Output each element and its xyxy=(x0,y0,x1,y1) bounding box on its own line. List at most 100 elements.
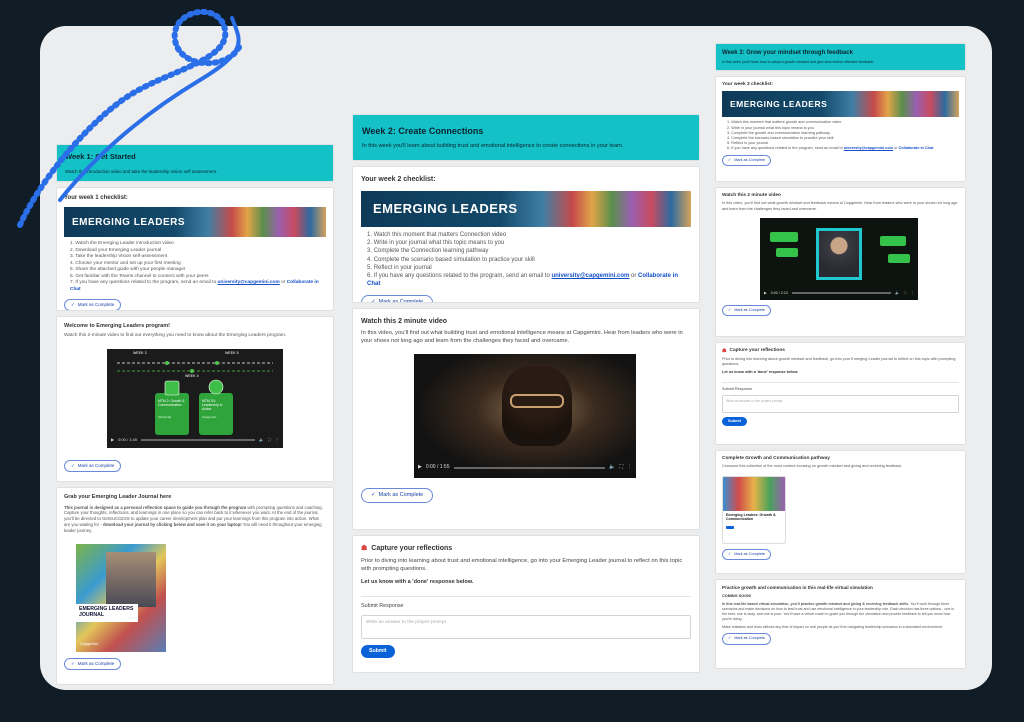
mark-complete-button[interactable]: ✓ Mark as Complete xyxy=(64,460,122,473)
check-icon: ✓ xyxy=(71,302,75,308)
week2-capture-card: ☗ Capture your reflections Prior to divin… xyxy=(352,535,700,674)
check-icon: ✓ xyxy=(371,491,376,498)
fullscreen-icon[interactable]: ⛶ xyxy=(904,291,907,296)
welcome-text: Watch this 2-minute video to find out ev… xyxy=(64,332,287,338)
chat-bubbles-decoration xyxy=(770,231,798,242)
video-controls[interactable]: ▶ 0:00 / 1:45 🔈 ⛶ ⋮ xyxy=(107,432,283,448)
week4-label: WEEK 4 xyxy=(185,374,199,379)
week1-header-card: Week 1: Get Started Watch the introducti… xyxy=(56,144,334,183)
week1-title: Week 1: Get Started xyxy=(65,152,136,161)
week2-checklist-title: Your week 2 checklist: xyxy=(361,176,436,184)
volume-icon[interactable]: 🔈 xyxy=(609,464,615,471)
list-item: Write in your journal what this topic me… xyxy=(373,240,505,247)
play-icon[interactable]: ▶ xyxy=(111,437,114,442)
mark-complete-button[interactable]: ✓ Mark as Complete xyxy=(722,633,771,645)
submit-response-label: Submit Response xyxy=(361,603,404,610)
mtm2-sublabel: (Optional) xyxy=(158,415,172,420)
mark-complete-button[interactable]: ✓ Mark as Complete xyxy=(64,657,122,670)
email-link[interactable]: university@capgemini.com xyxy=(551,273,629,279)
pathway-card: Complete Growth and Communication pathwa… xyxy=(715,449,966,574)
list-item: If you have any questions related to the… xyxy=(70,280,319,292)
email-link[interactable]: university@capgemini.com xyxy=(217,280,279,285)
email-link[interactable]: university@capgemini.com xyxy=(844,146,893,150)
week2-video[interactable]: ▶ 0:00 / 1:55 🔈 ⛶ ⋮ xyxy=(414,353,636,478)
chat-bubbles-decoration xyxy=(888,253,910,263)
cover-title-box: EMERGING LEADERS JOURNAL xyxy=(76,603,138,622)
list-item: Complete the Connection learning pathway xyxy=(373,248,489,255)
week3-subtitle: In this week you'll learn how to adopt a… xyxy=(722,60,875,65)
mark-complete-button[interactable]: ✓ Mark as Complete xyxy=(361,487,434,504)
video-progress[interactable] xyxy=(453,466,606,469)
journal-card: Grab your Emerging Leader Journal here T… xyxy=(56,487,334,686)
week3-checklist: Watch this moment that matters growth an… xyxy=(727,120,959,151)
week3-video[interactable]: ▶ 0:00 / 2:24 🔈 ⛶ ⋮ xyxy=(760,217,918,300)
pathway-tile-label: Emerging Leaders: Growth & Communication xyxy=(726,512,776,522)
week2-checklist-card: Your week 2 checklist: EMERGING LEADERS … xyxy=(352,166,700,304)
list-item: If you have any questions related to the… xyxy=(731,146,934,151)
capture-text: Prior to diving into learning about grow… xyxy=(722,356,956,366)
week3-header-card: Week 3: Grow your mindset through feedba… xyxy=(715,43,966,71)
speaker-frame xyxy=(816,227,862,280)
mtm3-label: MTM 3/1: Leadership in Action xyxy=(202,399,223,412)
fullscreen-icon[interactable]: ⛶ xyxy=(268,437,271,442)
more-icon[interactable]: ⋮ xyxy=(910,291,914,296)
week3-video-title: Watch this 2 minute video xyxy=(722,192,781,198)
play-icon[interactable]: ▶ xyxy=(764,291,767,296)
volume-icon[interactable]: 🔈 xyxy=(895,291,899,296)
emerging-leaders-banner: EMERGING LEADERS xyxy=(64,207,326,238)
fullscreen-icon[interactable]: ⛶ xyxy=(619,464,623,471)
capture-text: Prior to diving into learning about trus… xyxy=(361,557,683,572)
simulation-card: Practice growth and communication in thi… xyxy=(715,578,966,669)
submit-button[interactable]: Submit xyxy=(722,417,747,427)
journal-cover[interactable]: EMERGING LEADERS JOURNAL Capgemini xyxy=(76,543,166,652)
mark-complete-button[interactable]: ✓ Mark as Complete xyxy=(64,299,122,311)
week3-video-card: Watch this 2 minute video In this video,… xyxy=(715,186,966,337)
pathway-text: Consume this collection of the most cont… xyxy=(722,464,903,469)
check-icon: ✓ xyxy=(71,463,75,469)
reflection-icon: ☗ xyxy=(361,545,368,553)
video-time: 0:00 / 2:24 xyxy=(770,290,788,295)
week1-subtitle: Watch the introduction video and take th… xyxy=(65,169,218,175)
more-icon[interactable]: ⋮ xyxy=(627,464,632,471)
week3-column: Week 3: Grow your mindset through feedba… xyxy=(715,43,966,669)
done-text: Let us know with a 'done' response below… xyxy=(361,578,474,585)
video-controls[interactable]: ▶ 0:00 / 2:24 🔈 ⛶ ⋮ xyxy=(760,287,918,300)
week2-title: Week 2: Create Connections xyxy=(362,126,484,136)
video-controls[interactable]: ▶ 0:00 / 1:55 🔈 ⛶ ⋮ xyxy=(414,458,636,478)
volume-icon[interactable]: 🔈 xyxy=(259,437,264,442)
submit-button[interactable]: Submit xyxy=(361,644,395,659)
mark-complete-button[interactable]: ✓ Mark as Complete xyxy=(722,155,771,167)
week2-header-card: Week 2: Create Connections In this week … xyxy=(352,114,700,162)
glasses-shape xyxy=(510,393,564,408)
video-time: 0:00 / 1:45 xyxy=(118,437,137,443)
response-textarea[interactable]: Write an answer to the project prompt xyxy=(361,614,691,639)
week2-column: Week 2: Create Connections In this week … xyxy=(352,114,700,674)
emerging-leaders-banner: EMERGING LEADERS xyxy=(722,91,959,118)
video-progress[interactable] xyxy=(791,292,892,295)
check-icon: ✓ xyxy=(71,660,75,666)
coming-soon: COMING SOON! xyxy=(722,594,752,599)
mark-complete-button[interactable]: ✓ Mark as Complete xyxy=(361,294,434,303)
week3-label: WEEK 3 xyxy=(133,351,147,356)
video-progress[interactable] xyxy=(140,439,256,442)
list-item: Reflect in your journal xyxy=(373,264,432,271)
chat-bubbles-decoration xyxy=(880,235,906,246)
pathway-thumbnail xyxy=(723,476,785,511)
simulation-text: In this real-life based virtual simulati… xyxy=(722,602,954,621)
response-textarea[interactable]: Write an answer to the project prompt xyxy=(722,395,959,414)
speaker-photo xyxy=(819,230,859,277)
mark-complete-button[interactable]: ✓ Mark as Complete xyxy=(722,304,771,316)
chat-link[interactable]: Collaborate in Chat xyxy=(899,146,934,150)
pathway-tile[interactable]: Emerging Leaders: Growth & Communication xyxy=(722,475,786,544)
welcome-video[interactable]: WEEK 3 WEEK 5 WEEK 4 MTM 2: Growth & Com… xyxy=(107,349,283,449)
week1-checklist-card: Your week 1 checklist: EMERGING LEADERS … xyxy=(56,187,334,312)
week1-column: Week 1: Get Started Watch the introducti… xyxy=(56,144,334,686)
capture-title: Capture your reflections xyxy=(371,545,453,553)
play-icon[interactable]: ▶ xyxy=(418,464,422,471)
check-icon: ✓ xyxy=(728,307,732,312)
pathway-tag xyxy=(726,526,734,530)
cover-brand: Capgemini xyxy=(80,642,99,647)
more-icon[interactable]: ⋮ xyxy=(275,437,279,442)
mark-complete-button[interactable]: ✓ Mark as Complete xyxy=(722,548,771,560)
video-time: 0:00 / 1:55 xyxy=(425,464,450,471)
